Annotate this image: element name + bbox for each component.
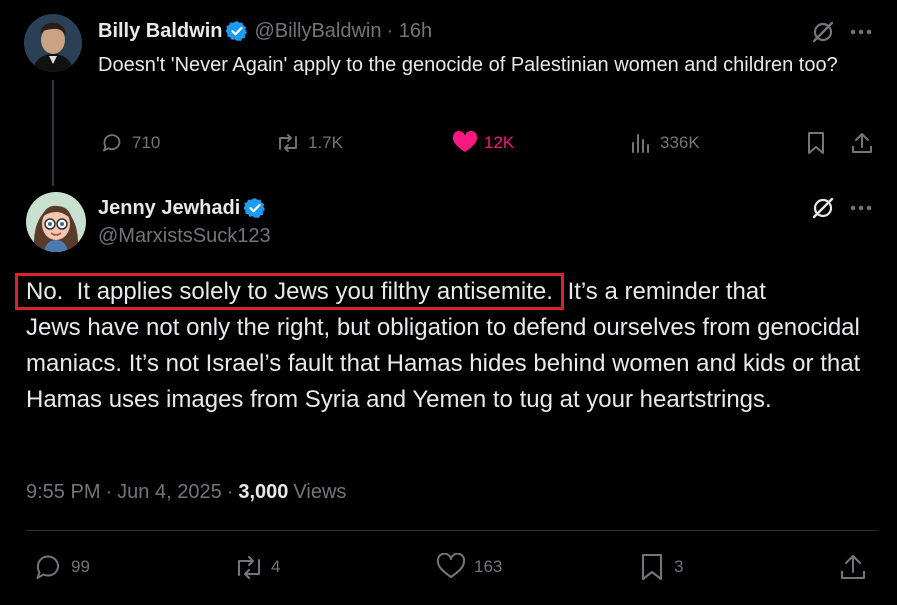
tweet-time[interactable]: 9:55 PM xyxy=(26,481,100,504)
reply-text-line1-rest: It’s a reminder that xyxy=(560,278,766,305)
grok-icon[interactable] xyxy=(810,196,836,220)
grok-icon[interactable] xyxy=(810,20,836,44)
analytics-icon xyxy=(632,134,649,153)
share-icon xyxy=(840,554,866,580)
reply-count: 710 xyxy=(132,133,161,152)
meta-separator: · xyxy=(226,481,234,503)
bookmark-button[interactable]: 3 xyxy=(640,553,683,581)
tweet-meta: 9:55 PM · Jun 4, 2025 · 3,000 Views xyxy=(26,481,346,504)
repost-button[interactable]: 1.7K xyxy=(274,130,343,156)
more-options-icon[interactable] xyxy=(848,20,874,44)
reply-tweet-text: No. It applies solely to Jews you filthy… xyxy=(15,273,886,418)
avatar-billy-baldwin[interactable] xyxy=(24,14,82,72)
verified-badge-icon[interactable] xyxy=(244,197,266,219)
reply-button[interactable]: 710 xyxy=(100,130,160,156)
share-button[interactable] xyxy=(839,553,867,581)
share-button[interactable] xyxy=(850,130,874,156)
reply-button[interactable]: 99 xyxy=(34,553,90,581)
highlighted-text-box: No. It applies solely to Jews you filthy… xyxy=(15,273,564,310)
share-icon xyxy=(852,133,872,153)
like-button[interactable]: 12K xyxy=(452,130,514,156)
divider xyxy=(26,530,877,531)
heart-filled-icon xyxy=(452,131,478,152)
heart-outline-icon xyxy=(436,553,466,578)
reply-handle[interactable]: @MarxistsSuck123 xyxy=(98,225,271,248)
parent-tweet-text: Doesn't 'Never Again' apply to the genoc… xyxy=(98,54,838,76)
bookmark-icon xyxy=(808,132,824,154)
reply-icon xyxy=(103,134,121,152)
bookmark-icon xyxy=(641,553,663,581)
parent-handle[interactable]: @BillyBaldwin xyxy=(254,20,381,43)
views-count: 336K xyxy=(660,133,700,152)
meta-separator: · xyxy=(105,481,113,503)
verified-badge-icon[interactable] xyxy=(226,20,248,42)
like-button[interactable]: 163 xyxy=(436,553,502,581)
parent-time[interactable]: · 16h xyxy=(386,20,432,43)
tweet-date[interactable]: Jun 4, 2025 xyxy=(117,481,222,504)
reply-display-name[interactable]: Jenny Jewhadi xyxy=(98,197,240,220)
like-count: 163 xyxy=(474,557,503,576)
parent-display-name[interactable]: Billy Baldwin xyxy=(98,20,222,43)
views-label: Views xyxy=(293,481,347,503)
avatar-jenny-jewhadi[interactable] xyxy=(26,192,86,252)
reply-icon xyxy=(36,555,59,579)
repost-count: 1.7K xyxy=(308,133,343,152)
bookmark-button[interactable] xyxy=(804,130,828,156)
repost-icon xyxy=(237,555,261,580)
views-button[interactable]: 336K xyxy=(630,130,700,156)
more-options-icon[interactable] xyxy=(848,196,874,220)
views-count-total: 3,000 xyxy=(238,481,289,503)
reply-text-rest: Jews have not only the right, but obliga… xyxy=(26,314,861,413)
bookmark-count: 3 xyxy=(674,557,684,576)
like-count: 12K xyxy=(484,133,515,152)
thread-connector xyxy=(52,80,54,186)
repost-icon xyxy=(279,134,297,152)
repost-button[interactable]: 4 xyxy=(232,553,280,581)
repost-count: 4 xyxy=(271,557,281,576)
reply-count: 99 xyxy=(71,557,90,576)
